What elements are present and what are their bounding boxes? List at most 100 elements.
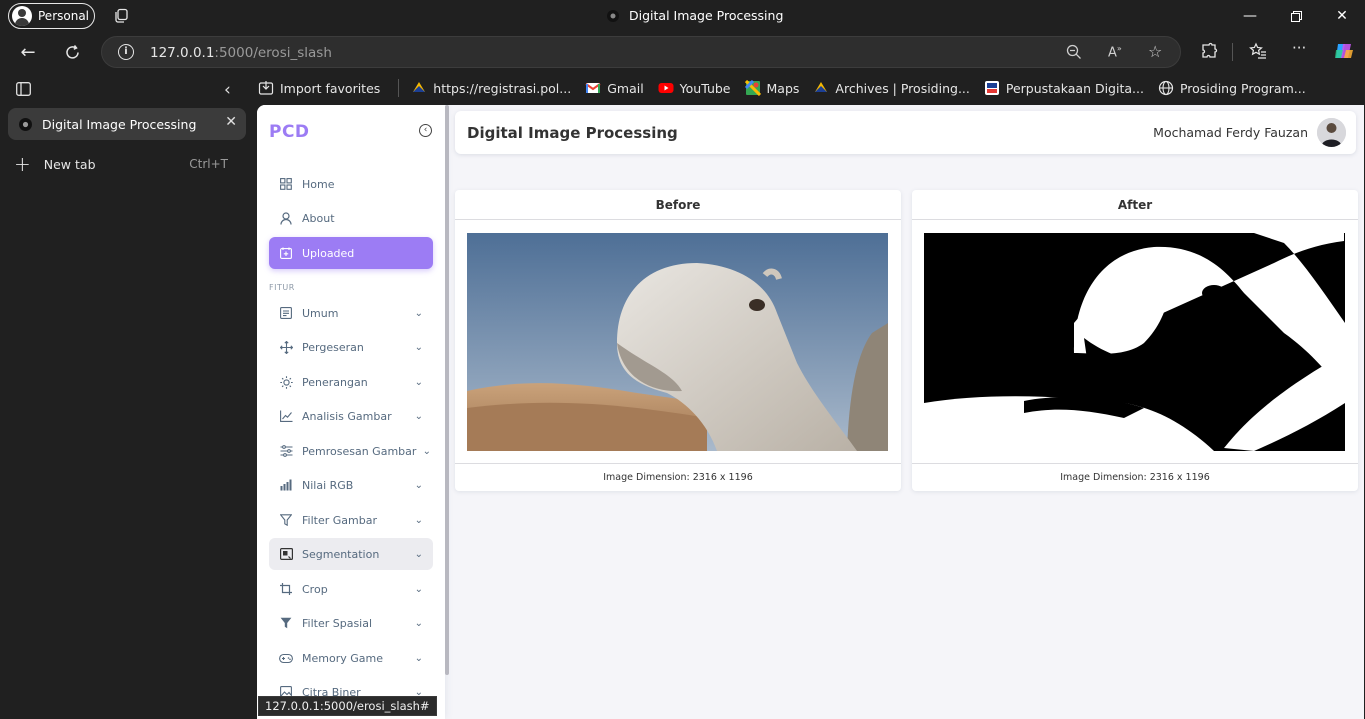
copilot-icon[interactable] [1333, 40, 1355, 66]
address-bar[interactable]: i 127.0.0.1:5000/erosi_slash A» ☆ [101, 36, 1181, 68]
sidebar-item-pemrosesan-gambar[interactable]: Pemrosesan Gambar ⌄ [269, 435, 433, 467]
bookmark-youtube[interactable]: YouTube [658, 80, 731, 96]
sidebar-item-label: Nilai RGB [302, 478, 354, 492]
after-image [924, 233, 1345, 451]
collapse-panel-icon[interactable]: ‹ [224, 80, 231, 100]
gamepad-icon [279, 651, 293, 665]
new-tab-button[interactable]: + New tab Ctrl+T [14, 152, 246, 176]
vertical-tabs-panel: ‹ Digital Image Processing ✕ + New tab C… [0, 71, 257, 719]
sidebar-item-umum[interactable]: Umum ⌄ [269, 297, 433, 329]
tab-actions-icon[interactable] [16, 82, 31, 100]
bookmark-registrasi[interactable]: https://registrasi.pol... [411, 80, 571, 96]
crop-icon [279, 582, 293, 596]
brand-logo[interactable]: PCD [269, 122, 310, 142]
sidebar-item-label: Memory Game [302, 651, 383, 665]
url-text[interactable]: 127.0.0.1:5000/erosi_slash [150, 45, 332, 61]
sidebar-item-nilai-rgb[interactable]: Nilai RGB ⌄ [269, 469, 433, 501]
favorite-star-icon[interactable]: ☆ [1148, 42, 1162, 61]
sidebar-section-header: FITUR [269, 283, 295, 292]
filter-icon [279, 513, 293, 527]
zoom-out-icon[interactable] [1066, 44, 1082, 64]
library-icon [984, 81, 999, 95]
chevron-down-icon: ⌄ [414, 548, 423, 560]
chevron-down-icon: ⌄ [414, 514, 423, 526]
sidebar-item-uploaded[interactable]: Uploaded [269, 237, 433, 269]
sidebar-item-label: Pergeseran [302, 340, 364, 354]
after-image-dimension: Image Dimension: 2316 x 1196 [912, 463, 1358, 491]
plus-icon: + [14, 152, 31, 176]
back-icon[interactable]: ← [14, 39, 42, 65]
site-favicon-gear-icon [607, 9, 619, 22]
tab-favicon-gear-icon [19, 117, 32, 131]
extensions-icon[interactable] [1200, 42, 1218, 64]
sidebar-scrollbar[interactable] [445, 105, 449, 675]
gmail-icon [585, 83, 601, 93]
more-options-icon[interactable]: ··· [1292, 39, 1306, 57]
window-title-text: Digital Image Processing [629, 8, 784, 23]
top-navbar: Digital Image Processing Mochamad Ferdy … [455, 111, 1356, 154]
profile-button[interactable]: Personal [8, 3, 95, 29]
restore-icon[interactable] [1284, 5, 1308, 27]
close-tab-icon[interactable]: ✕ [225, 114, 237, 130]
polban-icon [413, 82, 426, 92]
bookmarks-bar: Import favorites https://registrasi.pol.… [258, 71, 1365, 105]
sidebar-item-filter-spasial[interactable]: Filter Spasial ⌄ [269, 607, 433, 639]
sidebar-item-about[interactable]: About [269, 202, 433, 234]
bookmark-label: Maps [766, 80, 800, 96]
app-sidebar: PCD ‹ Home About Uploaded FITUR Umum ⌄ P… [257, 105, 445, 719]
tab-digital-image-processing[interactable]: Digital Image Processing ✕ [8, 108, 246, 140]
sun-icon [279, 375, 293, 389]
bookmark-prosiding-program[interactable]: Prosiding Program... [1158, 80, 1306, 96]
close-window-icon[interactable]: ✕ [1330, 5, 1354, 27]
sidebar-item-crop[interactable]: Crop ⌄ [269, 573, 433, 605]
sidebar-item-pergeseran[interactable]: Pergeseran ⌄ [269, 331, 433, 363]
new-tab-shortcut: Ctrl+T [189, 157, 228, 171]
chevron-down-icon: ⌄ [414, 307, 423, 319]
refresh-icon[interactable] [58, 39, 86, 65]
sidebar-item-home[interactable]: Home [269, 168, 433, 200]
minimize-icon[interactable]: — [1238, 5, 1262, 27]
globe-icon [1158, 80, 1174, 96]
sidebar-toggle-icon[interactable]: ‹ [419, 124, 432, 137]
sidebar-item-memory-game[interactable]: Memory Game ⌄ [269, 642, 433, 674]
bookmarks-divider [398, 79, 400, 97]
bookmark-label: https://registrasi.pol... [433, 80, 572, 96]
after-card: After Image Dimension: 2316 x 1196 [912, 190, 1358, 491]
avatar[interactable] [1317, 118, 1346, 147]
list-icon [279, 306, 293, 320]
bookmark-archives-prosiding[interactable]: Archives | Prosiding... [813, 80, 970, 96]
sidebar-item-label: Pemrosesan Gambar [302, 444, 417, 458]
sidebar-item-analisis-gambar[interactable]: Analisis Gambar ⌄ [269, 400, 433, 432]
sliders-icon [279, 444, 293, 458]
bookmark-import-favorites[interactable]: Import favorites [258, 80, 380, 96]
bookmark-maps[interactable]: Maps [744, 80, 800, 96]
sidebar-item-label: Segmentation [302, 547, 380, 561]
bookmark-perpustakaan[interactable]: Perpustakaan Digita... [984, 80, 1144, 96]
sidebar-item-penerangan[interactable]: Penerangan ⌄ [269, 366, 433, 398]
favorites-icon[interactable] [1249, 42, 1267, 64]
chevron-down-icon: ⌄ [414, 583, 423, 595]
read-aloud-icon[interactable]: A» [1108, 44, 1122, 60]
sidebar-item-label: Filter Spasial [302, 616, 373, 630]
sidebar-item-filter-gambar[interactable]: Filter Gambar ⌄ [269, 504, 433, 536]
chevron-down-icon: ⌄ [414, 617, 423, 629]
tab-label: Digital Image Processing [42, 116, 197, 132]
new-tab-label: New tab [43, 156, 96, 172]
profile-label: Personal [38, 9, 90, 23]
bars-icon [279, 478, 293, 492]
bookmark-gmail[interactable]: Gmail [585, 80, 644, 96]
chevron-down-icon: ⌄ [414, 652, 423, 664]
window-title: Digital Image Processing [606, 8, 783, 23]
grid-icon [279, 177, 293, 191]
sidebar-item-segmentation[interactable]: Segmentation ⌄ [269, 538, 433, 570]
user-name[interactable]: Mochamad Ferdy Fauzan [1153, 125, 1308, 140]
profile-avatar-icon [12, 6, 32, 26]
before-card: Before Image Dimension: 2316 x 1196 [455, 190, 901, 491]
workspaces-icon[interactable] [113, 8, 129, 24]
chevron-down-icon: ⌄ [422, 445, 431, 457]
title-bar: Personal Digital Image Processing — ✕ [0, 0, 1365, 33]
site-info-icon[interactable]: i [118, 44, 134, 60]
sidebar-item-label: Uploaded [302, 246, 355, 260]
bookmark-label: Perpustakaan Digita... [1005, 80, 1144, 96]
before-card-title: Before [455, 190, 901, 220]
